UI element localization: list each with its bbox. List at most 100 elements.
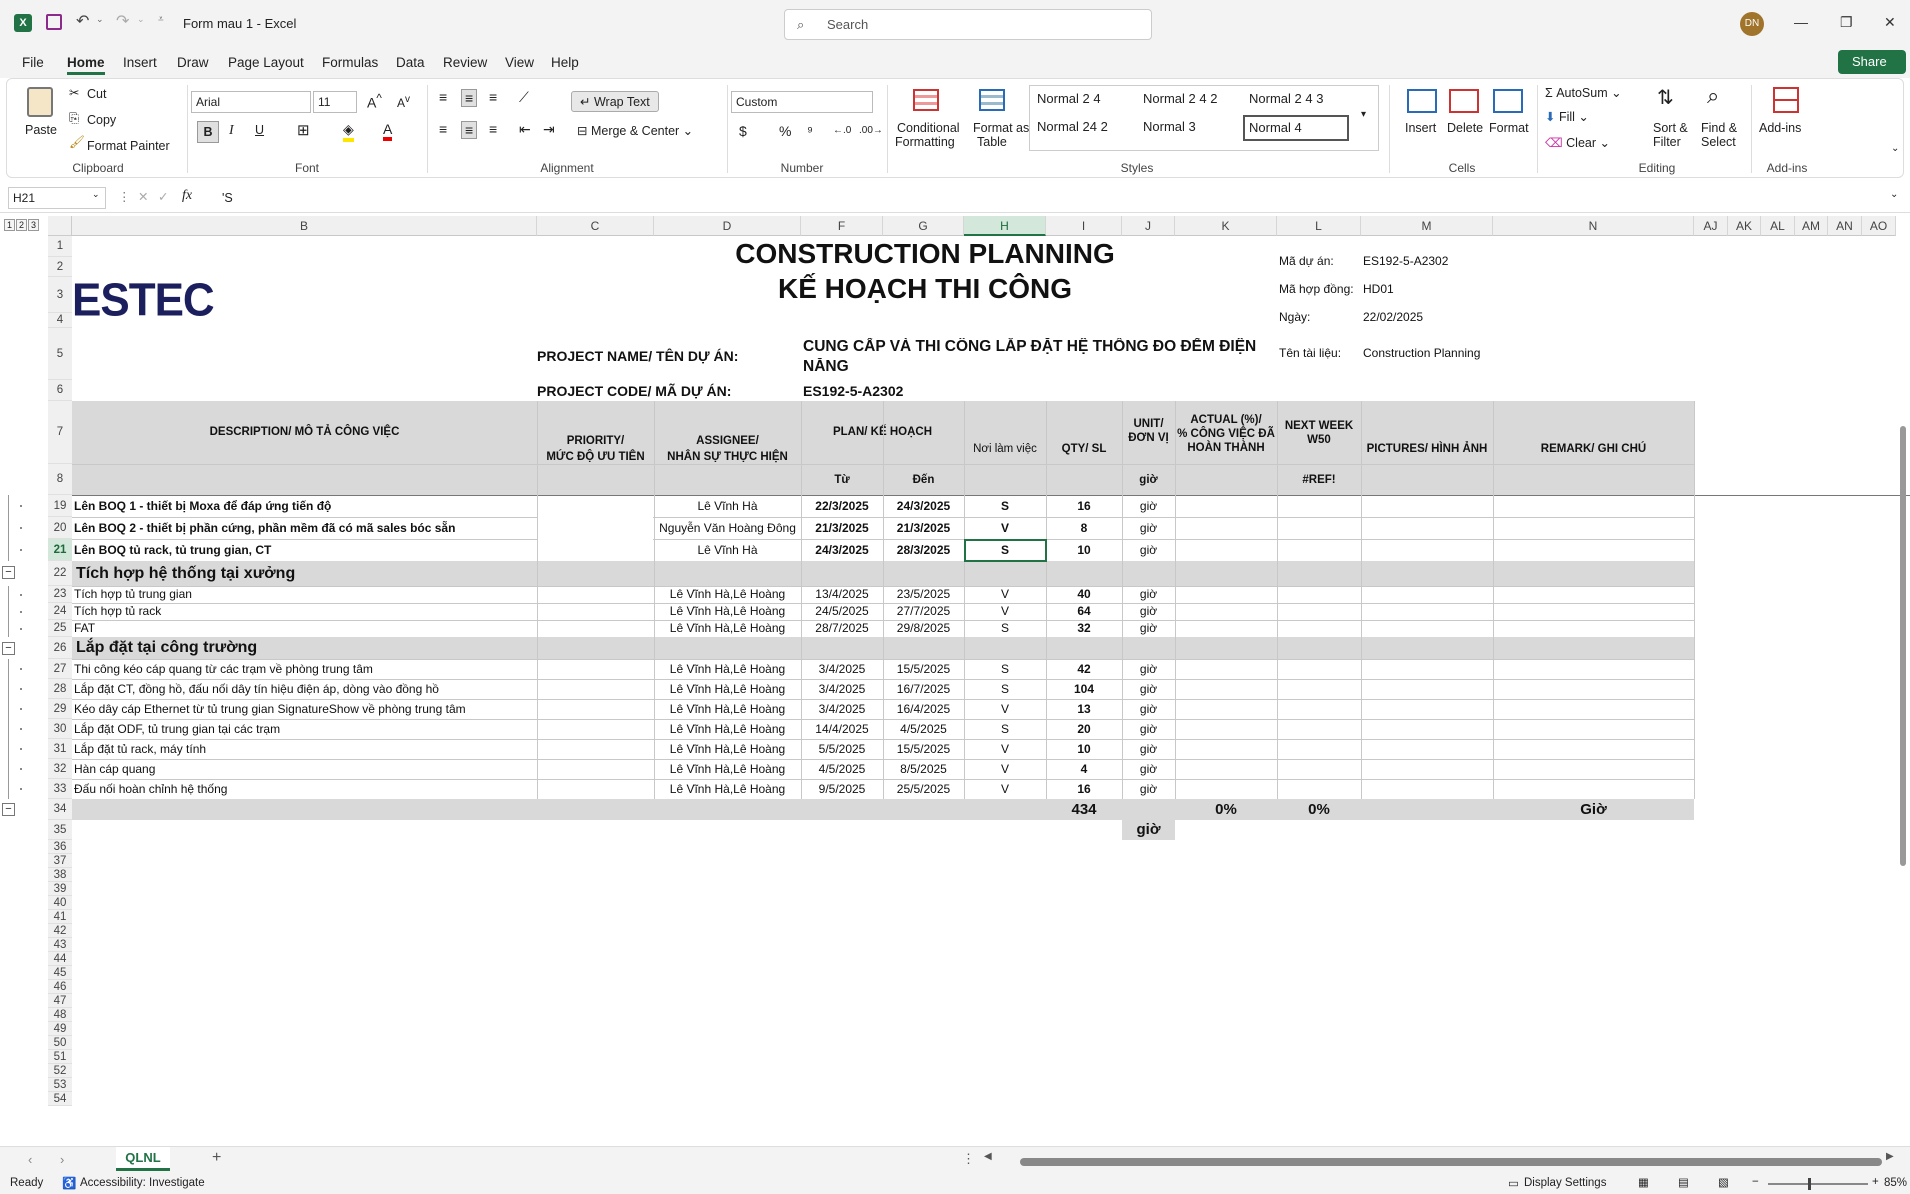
selected-cell-h21[interactable]	[964, 539, 1047, 562]
collapse-group-icon[interactable]: −	[2, 803, 15, 816]
zoom-out-icon[interactable]: −	[1752, 1176, 1759, 1188]
sheet-tab-qlnl[interactable]: QLNL	[116, 1147, 170, 1171]
row-header-6[interactable]: 6	[48, 380, 72, 401]
collapse-group-icon[interactable]: −	[2, 642, 15, 655]
zoom-slider-thumb[interactable]	[1808, 1178, 1811, 1190]
column-header-g[interactable]: G	[883, 216, 964, 236]
column-header-k[interactable]: K	[1175, 216, 1277, 236]
formula-input[interactable]: 'S	[222, 191, 233, 205]
row-header-49[interactable]: 49	[48, 1022, 72, 1036]
sort-filter-label-2[interactable]: Filter	[1653, 135, 1681, 149]
row-header-52[interactable]: 52	[48, 1064, 72, 1078]
row-header-19[interactable]: 19	[48, 495, 72, 517]
format-cells-icon[interactable]	[1493, 89, 1523, 113]
column-header-d[interactable]: D	[654, 216, 801, 236]
outline-level-button[interactable]: 3	[28, 219, 39, 231]
italic-icon[interactable]: I	[229, 123, 234, 139]
row-header-50[interactable]: 50	[48, 1036, 72, 1050]
column-header-ak[interactable]: AK	[1728, 216, 1761, 236]
tabs-options-icon[interactable]: ⋮	[962, 1151, 975, 1167]
conditional-formatting-label-2[interactable]: Formatting	[895, 135, 955, 149]
row-header-22[interactable]: 22	[48, 561, 72, 586]
undo-icon[interactable]: ↶	[76, 11, 89, 31]
align-left-icon[interactable]: ≡	[439, 121, 447, 137]
tab-next-icon[interactable]: ›	[60, 1152, 64, 1167]
insert-label[interactable]: Insert	[1405, 121, 1436, 135]
currency-icon[interactable]: $	[739, 123, 747, 139]
menu-insert[interactable]: Insert	[123, 55, 157, 70]
vertical-scrollbar[interactable]	[1900, 426, 1906, 866]
enter-icon[interactable]: ✓	[158, 189, 168, 204]
clear-button[interactable]: ⌫ Clear ⌄	[1545, 135, 1610, 150]
style-normal-2-4[interactable]: Normal 2 4	[1037, 91, 1101, 106]
increase-indent-icon[interactable]: ⇥	[543, 121, 555, 138]
format-as-table-label-1[interactable]: Format as	[973, 121, 1029, 135]
find-select-icon[interactable]: ⌕	[1707, 83, 1719, 109]
font-color-icon[interactable]: A	[383, 121, 393, 141]
row-header-43[interactable]: 43	[48, 938, 72, 952]
row-header-42[interactable]: 42	[48, 924, 72, 938]
menu-view[interactable]: View	[505, 55, 534, 70]
conditional-formatting-icon[interactable]	[913, 89, 939, 111]
display-settings[interactable]: Display Settings	[1524, 1177, 1606, 1189]
row-header-37[interactable]: 37	[48, 854, 72, 868]
row-header-5[interactable]: 5	[48, 328, 72, 380]
percent-icon[interactable]: %	[779, 123, 791, 139]
page-layout-view-icon[interactable]: ▤	[1678, 1175, 1689, 1189]
format-painter-button[interactable]: Format Painter	[87, 139, 170, 153]
row-header-28[interactable]: 28	[48, 679, 72, 699]
customize-toolbar-icon[interactable]: ⩡	[158, 14, 164, 25]
undo-dropdown-icon[interactable]: ⌄	[96, 14, 104, 25]
column-header-i[interactable]: I	[1046, 216, 1122, 236]
comma-icon[interactable]: ⁹	[807, 123, 813, 139]
row-header-24[interactable]: 24	[48, 603, 72, 620]
row-header-32[interactable]: 32	[48, 759, 72, 779]
decrease-decimal-icon[interactable]: .00→	[859, 125, 883, 136]
increase-decimal-icon[interactable]: ←.0	[833, 125, 851, 136]
paste-label[interactable]: Paste	[25, 123, 57, 137]
row-header-25[interactable]: 25	[48, 620, 72, 637]
format-label[interactable]: Format	[1489, 121, 1529, 135]
add-ins-icon[interactable]	[1773, 87, 1799, 113]
row-header-26[interactable]: 26	[48, 637, 72, 659]
add-sheet-icon[interactable]: +	[212, 1149, 221, 1167]
zoom-slider[interactable]	[1768, 1183, 1868, 1185]
column-header-al[interactable]: AL	[1761, 216, 1795, 236]
row-header-2[interactable]: 2	[48, 257, 72, 277]
style-normal-2-4-3[interactable]: Normal 2 4 3	[1249, 91, 1323, 106]
row-header-7[interactable]: 7	[48, 401, 72, 464]
menu-help[interactable]: Help	[551, 55, 579, 70]
merge-center-button[interactable]: ⊟ Merge & Center ⌄	[577, 123, 693, 138]
insert-cells-icon[interactable]	[1407, 89, 1437, 113]
row-header-47[interactable]: 47	[48, 994, 72, 1008]
column-header-am[interactable]: AM	[1795, 216, 1828, 236]
borders-icon[interactable]: ⊞	[297, 121, 310, 139]
row-header-41[interactable]: 41	[48, 910, 72, 924]
select-all-corner[interactable]	[48, 216, 72, 236]
cancel-icon[interactable]: ✕	[138, 189, 148, 204]
menu-data[interactable]: Data	[396, 55, 425, 70]
row-header-3[interactable]: 3	[48, 277, 72, 313]
font-size-select[interactable]: 11	[313, 91, 357, 113]
menu-formulas[interactable]: Formulas	[322, 55, 378, 70]
scroll-right-icon[interactable]: ▶	[1886, 1151, 1894, 1162]
delete-label[interactable]: Delete	[1447, 121, 1483, 135]
row-header-45[interactable]: 45	[48, 966, 72, 980]
row-header-51[interactable]: 51	[48, 1050, 72, 1064]
column-header-aj[interactable]: AJ	[1694, 216, 1728, 236]
style-normal-3[interactable]: Normal 3	[1143, 119, 1196, 134]
row-header-27[interactable]: 27	[48, 659, 72, 679]
copy-button[interactable]: Copy	[87, 113, 116, 127]
row-header-30[interactable]: 30	[48, 719, 72, 739]
more-options-icon[interactable]: ⋮	[118, 189, 131, 204]
outline-level-button[interactable]: 2	[16, 219, 27, 231]
normal-view-icon[interactable]: ▦	[1638, 1175, 1649, 1189]
decrease-indent-icon[interactable]: ⇤	[519, 121, 531, 138]
autosum-button[interactable]: Σ AutoSum ⌄	[1545, 85, 1622, 100]
search-box[interactable]: ⌕ Search	[784, 9, 1152, 40]
save-icon[interactable]	[46, 14, 62, 30]
row-header-44[interactable]: 44	[48, 952, 72, 966]
copy-icon[interactable]: ⎘	[69, 111, 79, 126]
fill-color-icon[interactable]: ◈	[343, 121, 354, 142]
add-ins-label[interactable]: Add-ins	[1759, 121, 1801, 135]
